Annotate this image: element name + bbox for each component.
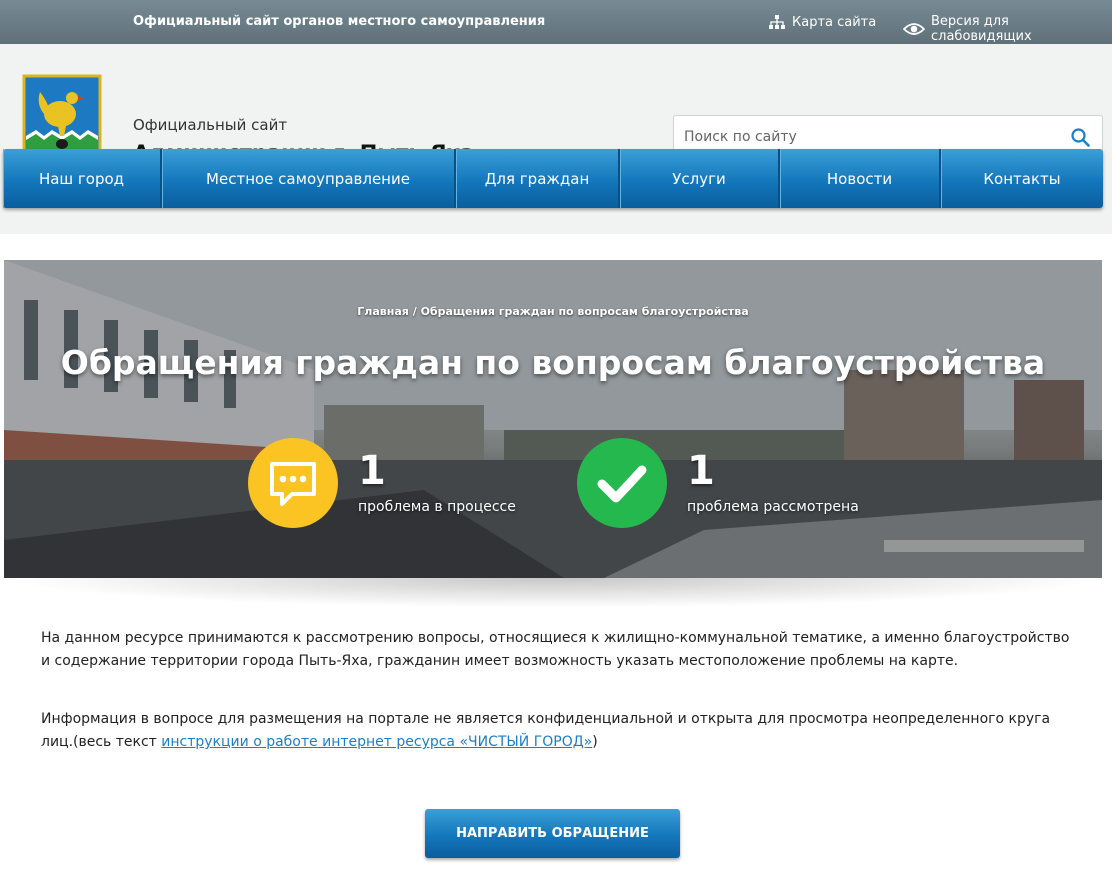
sitemap-icon bbox=[768, 14, 786, 30]
stat-reviewed-label: проблема рассмотрена bbox=[687, 499, 859, 515]
stat-in-process-label: проблема в процессе bbox=[358, 499, 516, 515]
accessibility-version-link[interactable]: Версия для слабовидящих bbox=[903, 14, 1112, 44]
submit-appeal-button[interactable]: НАПРАВИТЬ ОБРАЩЕНИЕ bbox=[425, 809, 680, 858]
search-icon[interactable] bbox=[1071, 128, 1090, 151]
sitemap-label: Карта сайта bbox=[792, 14, 877, 30]
nav-item-label: Услуги bbox=[672, 169, 726, 188]
nav-item-services[interactable]: Услуги bbox=[620, 149, 780, 208]
breadcrumb-current: Обращения граждан по вопросам благоустро… bbox=[420, 305, 749, 318]
breadcrumb-separator: / bbox=[412, 305, 417, 318]
breadcrumb-home[interactable]: Главная bbox=[357, 305, 409, 318]
page-title: Обращения граждан по вопросам благоустро… bbox=[60, 343, 1046, 382]
chat-bubble-icon bbox=[248, 438, 338, 528]
privacy-paragraph: Информация в вопросе для размещения на п… bbox=[41, 708, 1071, 754]
top-bar: Официальный сайт органов местного самоуп… bbox=[0, 0, 1112, 44]
eye-icon bbox=[903, 22, 925, 36]
nav-item-label: Для граждан bbox=[484, 169, 590, 188]
stat-reviewed-value: 1 bbox=[687, 448, 715, 494]
nav-item-local-government[interactable]: Местное самоуправление bbox=[162, 149, 456, 208]
nav-item-label: Контакты bbox=[983, 169, 1061, 188]
breadcrumb: Главная / Обращения граждан по вопросам … bbox=[4, 305, 1102, 318]
nav-item-label: Наш город bbox=[38, 169, 125, 188]
nav-item-our-city[interactable]: Наш город bbox=[3, 149, 162, 208]
nav-item-contacts[interactable]: Контакты bbox=[941, 149, 1103, 208]
nav-item-news[interactable]: Новости bbox=[780, 149, 941, 208]
stat-in-process-value: 1 bbox=[358, 448, 386, 494]
instruction-link[interactable]: инструкции о работе интернет ресурса «ЧИ… bbox=[161, 734, 592, 750]
accessibility-version-label: Версия для слабовидящих bbox=[931, 14, 1032, 44]
hero-banner: Главная / Обращения граждан по вопросам … bbox=[4, 260, 1102, 578]
main-navigation: Наш город Местное самоуправление Для гра… bbox=[3, 149, 1103, 208]
nav-item-for-citizens[interactable]: Для граждан bbox=[456, 149, 620, 208]
privacy-text-end: ) bbox=[592, 734, 598, 750]
site-subtitle: Официальный сайт bbox=[133, 116, 288, 134]
intro-paragraph: На данном ресурсе принимаются к рассмотр… bbox=[41, 630, 1070, 669]
official-text: Официальный сайт органов местного самоуп… bbox=[133, 14, 546, 29]
sitemap-link[interactable]: Карта сайта bbox=[768, 14, 876, 30]
checkmark-icon bbox=[577, 438, 667, 528]
nav-item-label: Новости bbox=[826, 169, 893, 188]
nav-item-label: Местное самоуправление bbox=[206, 169, 410, 188]
hero-shadow bbox=[4, 578, 1102, 608]
